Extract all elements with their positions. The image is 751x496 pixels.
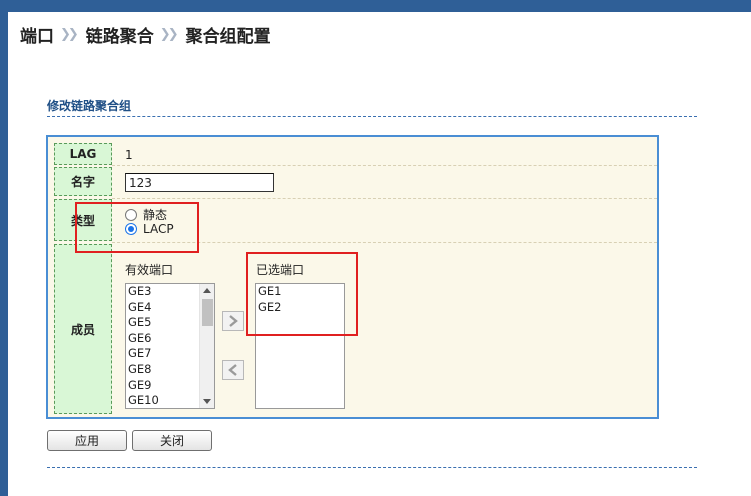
breadcrumb-item-link-aggregation[interactable]: 链路聚合 xyxy=(86,22,154,47)
row-divider xyxy=(112,165,657,166)
section-divider xyxy=(47,116,697,117)
lag-value: 1 xyxy=(125,148,133,162)
breadcrumb-item-port[interactable]: 端口 xyxy=(20,22,54,47)
available-ports-label: 有效端口 xyxy=(125,263,174,277)
scroll-down-icon[interactable] xyxy=(203,399,211,404)
chevron-left-icon xyxy=(228,364,237,376)
close-button[interactable]: 关闭 xyxy=(132,430,212,451)
top-bar xyxy=(0,0,751,12)
available-ports-list[interactable]: GE3 GE4 GE5 GE6 GE7 GE8 GE9 GE10 xyxy=(125,283,215,409)
lag-label: LAG xyxy=(54,143,112,165)
add-port-button[interactable] xyxy=(222,311,244,331)
breadcrumb: 端口 ❯❯ 链路聚合 ❯❯ 聚合组配置 xyxy=(20,22,271,47)
scroll-up-icon[interactable] xyxy=(203,288,211,293)
remove-port-button[interactable] xyxy=(222,360,244,380)
left-bar xyxy=(0,12,8,496)
footer-divider xyxy=(47,467,697,468)
row-divider xyxy=(112,198,657,199)
breadcrumb-separator-icon: ❯❯ xyxy=(60,27,79,42)
apply-button[interactable]: 应用 xyxy=(47,430,127,451)
breadcrumb-separator-icon: ❯❯ xyxy=(159,27,179,42)
section-title: 修改链路聚合组 xyxy=(47,99,132,113)
selected-ports-highlight-box xyxy=(246,252,358,336)
name-input[interactable] xyxy=(125,173,274,192)
members-label: 成员 xyxy=(54,244,112,414)
name-label: 名字 xyxy=(54,167,112,196)
available-list-scrollbar[interactable] xyxy=(199,284,214,408)
chevron-right-icon xyxy=(229,315,238,327)
type-highlight-box xyxy=(75,202,199,253)
breadcrumb-item-group-config: 聚合组配置 xyxy=(185,27,271,47)
scroll-thumb[interactable] xyxy=(202,299,213,326)
